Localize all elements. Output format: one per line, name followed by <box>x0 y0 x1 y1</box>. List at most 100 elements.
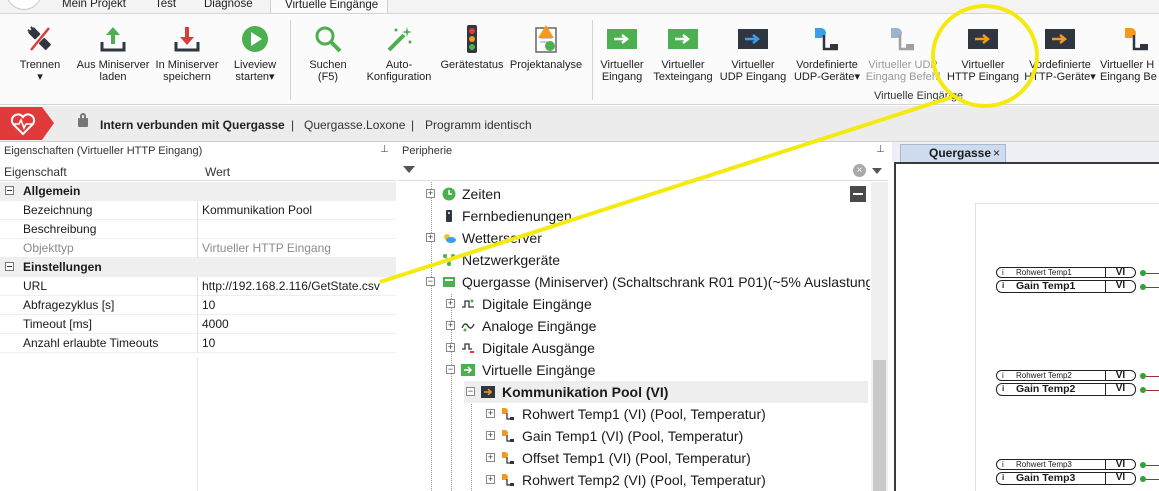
tree-item-kommunikation-pool[interactable]: − Kommunikation Pool (VI) <box>464 381 868 403</box>
expand-icon[interactable]: + <box>486 409 495 418</box>
disconnect-button[interactable]: Trennen ▾ <box>14 22 66 83</box>
tree-item-wetterserver[interactable]: + Wetterserver <box>398 227 838 249</box>
info-icon: i <box>1002 384 1005 393</box>
tree-item-offset-temp1[interactable]: + Offset Temp1 (VI) (Pool, Temperatur) <box>398 447 838 469</box>
function-block-gain-temp2[interactable]: i Gain Temp2 VI <box>996 383 1136 396</box>
tree-item-digitale-ausgaenge[interactable]: + Digitale Ausgänge <box>398 337 838 359</box>
expand-icon[interactable]: + <box>446 321 455 330</box>
program-status: Programm identisch <box>425 118 532 132</box>
collapse-icon[interactable]: − <box>426 277 435 286</box>
collapse-all-button[interactable] <box>850 186 866 202</box>
property-row-url[interactable]: URL http://192.168.2.116/GetState.csv <box>0 277 396 296</box>
pin-icon[interactable]: ⊥ <box>876 144 885 155</box>
http-input-label-1: Virtueller <box>961 59 1005 71</box>
expand-icon[interactable]: + <box>426 189 435 198</box>
health-heart-icon[interactable] <box>0 107 54 140</box>
tree-item-zeiten[interactable]: + Zeiten <box>398 183 838 205</box>
block-label: Gain Temp2 <box>1016 383 1076 395</box>
search-button[interactable]: Suchen (F5) <box>302 22 354 83</box>
property-row-timeouts-allowed[interactable]: Anzahl erlaubte Timeouts 10 <box>0 334 396 353</box>
function-block-gain-temp3[interactable]: i Gain Temp3 VI <box>996 472 1136 485</box>
property-value[interactable]: 10 <box>202 334 215 353</box>
tree-item-digitale-eingaenge[interactable]: + Digitale Eingänge <box>398 293 838 315</box>
auto-config-button[interactable]: Auto- Konfiguration <box>360 22 438 83</box>
function-block-rohwert-temp2[interactable]: i Rohwert Temp2 VI <box>996 370 1136 381</box>
app-menu-button[interactable] <box>6 0 42 10</box>
function-block-rohwert-temp1[interactable]: i Rohwert Temp1 VI <box>996 267 1136 278</box>
http-command-button[interactable]: Virtueller H Eingang Be <box>1100 22 1159 83</box>
property-row-beschreibung[interactable]: Beschreibung <box>0 220 396 239</box>
chevron-down-icon[interactable] <box>872 168 882 174</box>
project-analysis-button[interactable]: Projektanalyse <box>508 22 584 71</box>
device-status-button[interactable]: Gerätestatus <box>438 22 506 71</box>
peripherie-filter-bar[interactable]: × <box>398 161 888 181</box>
property-value[interactable]: 10 <box>202 296 215 315</box>
tab-virtuelle-eingaenge[interactable]: Virtuelle Eingänge <box>270 0 388 13</box>
expand-icon[interactable]: + <box>486 431 495 440</box>
tab-quergasse[interactable]: Quergasse × <box>900 144 1006 162</box>
property-value[interactable]: 4000 <box>202 315 229 334</box>
predefined-udp-devices-button[interactable]: Vordefinierte UDP-Geräte▾ <box>791 22 863 83</box>
vi-command-icon <box>502 430 514 442</box>
close-icon[interactable]: × <box>993 145 1000 161</box>
category-einstellungen[interactable]: Einstellungen <box>0 258 396 277</box>
category-allgemein[interactable]: Allgemein <box>0 182 396 201</box>
tree-item-miniserver[interactable]: − Quergasse (Miniserver) (Schaltschrank … <box>398 271 870 293</box>
block-label: Rohwert Temp2 <box>1016 371 1072 380</box>
http-input-button[interactable]: Virtueller HTTP Eingang <box>946 22 1020 83</box>
peripherie-scrollbar[interactable] <box>871 182 888 491</box>
save-to-miniserver-button[interactable]: In Miniserver speichern <box>152 22 222 83</box>
virtual-text-input-button[interactable]: Virtueller Texteingang <box>651 22 715 83</box>
collapse-icon[interactable]: − <box>466 387 475 396</box>
collapse-toggle-icon[interactable] <box>5 262 14 271</box>
tab-diagnose[interactable]: Diagnose <box>198 0 259 13</box>
virtual-input-label-1: Virtueller <box>600 59 644 71</box>
tree-item-label: Wetterserver <box>462 230 542 246</box>
tree-item-rohwert-temp2[interactable]: + Rohwert Temp2 (VI) (Pool, Temperatur) <box>398 469 838 491</box>
tree-item-gain-temp1[interactable]: + Gain Temp1 (VI) (Pool, Temperatur) <box>398 425 838 447</box>
tree-item-virtuelle-eingaenge[interactable]: − Virtuelle Eingänge <box>398 359 838 381</box>
magic-wand-icon <box>360 22 438 56</box>
property-value[interactable]: Kommunikation Pool <box>202 201 312 220</box>
property-row-bezeichnung[interactable]: Bezeichnung Kommunikation Pool <box>0 201 396 220</box>
virtual-input-button[interactable]: Virtueller Eingang <box>596 22 648 83</box>
http-command-label-1: Virtueller H <box>1100 59 1155 71</box>
property-value[interactable]: http://192.168.2.116/GetState.csv <box>202 277 380 296</box>
udp-input-button[interactable]: Virtueller UDP Eingang <box>717 22 789 83</box>
load-from-miniserver-button[interactable]: Aus Miniserver laden <box>73 22 153 83</box>
pin-icon[interactable]: ⊥ <box>380 144 389 155</box>
digital-output-icon <box>462 343 474 353</box>
expand-icon[interactable]: + <box>446 343 455 352</box>
filter-icon[interactable] <box>403 166 415 173</box>
scrollbar-thumb[interactable] <box>873 360 886 491</box>
tree-item-netzwerkgeraete[interactable]: Netzwerkgeräte <box>398 249 838 271</box>
property-key: Objekttyp <box>23 241 74 255</box>
expand-icon[interactable]: + <box>486 475 495 484</box>
save-label-2: speichern <box>163 71 211 83</box>
tree-item-fernbedienungen[interactable]: Fernbedienungen <box>398 205 838 227</box>
property-row-timeout[interactable]: Timeout [ms] 4000 <box>0 315 396 334</box>
predefined-http-devices-button[interactable]: Vordefinierte HTTP-Geräte▾ <box>1024 22 1096 83</box>
tab-test[interactable]: Test <box>149 0 182 13</box>
tree-item-rohwert-temp1[interactable]: + Rohwert Temp1 (VI) (Pool, Temperatur) <box>398 403 838 425</box>
function-block-gain-temp1[interactable]: i Gain Temp1 VI <box>996 280 1136 293</box>
column-property: Eigenschaft <box>4 165 67 179</box>
tree-item-label: Netzwerkgeräte <box>462 252 561 268</box>
collapse-icon[interactable]: − <box>446 365 455 374</box>
clear-filter-icon[interactable]: × <box>853 164 866 177</box>
tab-mein-projekt[interactable]: Mein Projekt <box>56 0 132 13</box>
liveview-button[interactable]: Liveview starten▾ <box>227 22 283 83</box>
expand-icon[interactable]: + <box>426 233 435 242</box>
tree-item-label: Digitale Ausgänge <box>482 340 595 356</box>
property-row-abfragezyklus[interactable]: Abfragezyklus [s] 10 <box>0 296 396 315</box>
expand-icon[interactable]: + <box>446 299 455 308</box>
connection-line <box>1146 479 1159 480</box>
expand-icon[interactable]: + <box>486 453 495 462</box>
report-warning-icon <box>508 22 584 56</box>
function-block-rohwert-temp3[interactable]: i Rohwert Temp3 VI <box>996 459 1136 470</box>
liveview-label-2: starten▾ <box>235 71 275 83</box>
tree-item-analoge-eingaenge[interactable]: + Analoge Eingänge <box>398 315 838 337</box>
property-key: Timeout [ms] <box>23 317 92 331</box>
collapse-toggle-icon[interactable] <box>5 186 14 195</box>
udp-command-button[interactable]: Virtueller UDP Eingang Befehl <box>864 22 942 83</box>
